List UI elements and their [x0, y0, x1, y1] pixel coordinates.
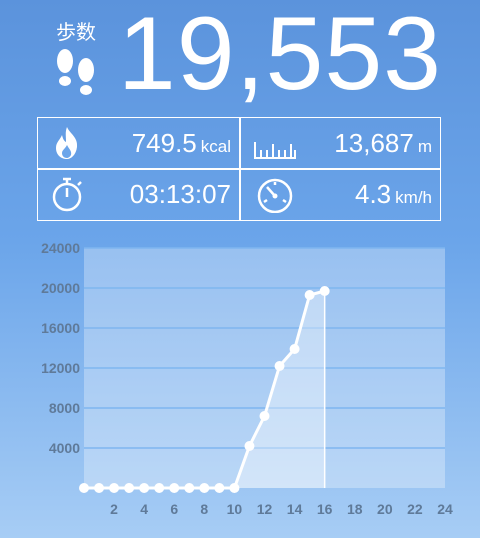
calories-number: 749.5	[131, 127, 197, 158]
x-tick-label: 10	[227, 501, 243, 517]
x-tick-label: 14	[287, 501, 303, 517]
data-point	[319, 286, 330, 296]
distance-unit: m	[417, 136, 432, 156]
speed-unit: km/h	[395, 187, 432, 207]
speedometer-icon	[257, 178, 293, 213]
x-tick-label: 4	[140, 501, 148, 517]
distance-number: 13,687	[334, 127, 414, 158]
data-point	[109, 483, 120, 493]
data-point	[289, 344, 300, 354]
data-point	[124, 483, 135, 493]
data-point	[214, 483, 225, 493]
y-tick-label: 20000	[41, 280, 80, 296]
stats-panel: 749.5 kcal 13,687 m 03:13:07 4.3 km/h	[37, 117, 441, 221]
y-tick-label: 16000	[41, 320, 80, 336]
x-tick-label: 16	[317, 501, 333, 517]
x-tick-label: 12	[257, 501, 273, 517]
x-tick-label: 20	[377, 501, 393, 517]
distance-cell: 13,687 m	[240, 118, 440, 168]
x-tick-label: 6	[170, 501, 178, 517]
steps-count: 19,553	[117, 0, 442, 112]
data-point	[304, 290, 315, 300]
data-point	[229, 483, 240, 493]
y-tick-label: 12000	[41, 360, 80, 376]
steps-label: 歩数	[56, 20, 96, 44]
x-tick-label: 2	[110, 501, 118, 517]
hourly-steps-chart: 40008000120001600020000240002 4 6 8 10 12 14 16…	[41, 240, 453, 517]
data-point	[154, 483, 165, 493]
data-point	[139, 483, 150, 493]
speed-number: 4.3	[355, 178, 392, 209]
footprints-icon	[57, 49, 94, 95]
speed-value: 4.3 km/h	[355, 179, 432, 210]
duration-cell: 03:13:07	[38, 169, 239, 219]
calories-unit: kcal	[200, 136, 231, 156]
data-point	[79, 483, 89, 493]
calories-value: 749.5 kcal	[132, 128, 231, 159]
distance-value: 13,687 m	[334, 128, 432, 159]
data-point	[259, 411, 270, 421]
x-tick-label: 22	[407, 501, 423, 517]
data-point	[169, 483, 180, 493]
y-tick-label: 24000	[41, 240, 80, 256]
x-tick-label: 24	[437, 501, 453, 517]
y-tick-label: 8000	[49, 400, 80, 416]
data-point	[244, 441, 255, 451]
data-point	[184, 483, 195, 493]
data-point	[274, 361, 285, 371]
duration-value: 03:13:07	[129, 178, 231, 209]
data-point	[199, 483, 210, 493]
calories-cell: 749.5 kcal	[38, 118, 239, 168]
flame-icon	[56, 127, 78, 159]
x-tick-label: 8	[200, 501, 208, 517]
y-tick-label: 4000	[49, 440, 80, 456]
x-tick-label: 18	[347, 501, 363, 517]
ruler-icon	[254, 142, 296, 159]
stopwatch-icon	[52, 177, 82, 212]
speed-cell: 4.3 km/h	[240, 169, 440, 219]
header: 歩数 19,553	[0, 0, 480, 112]
data-point	[94, 483, 105, 493]
